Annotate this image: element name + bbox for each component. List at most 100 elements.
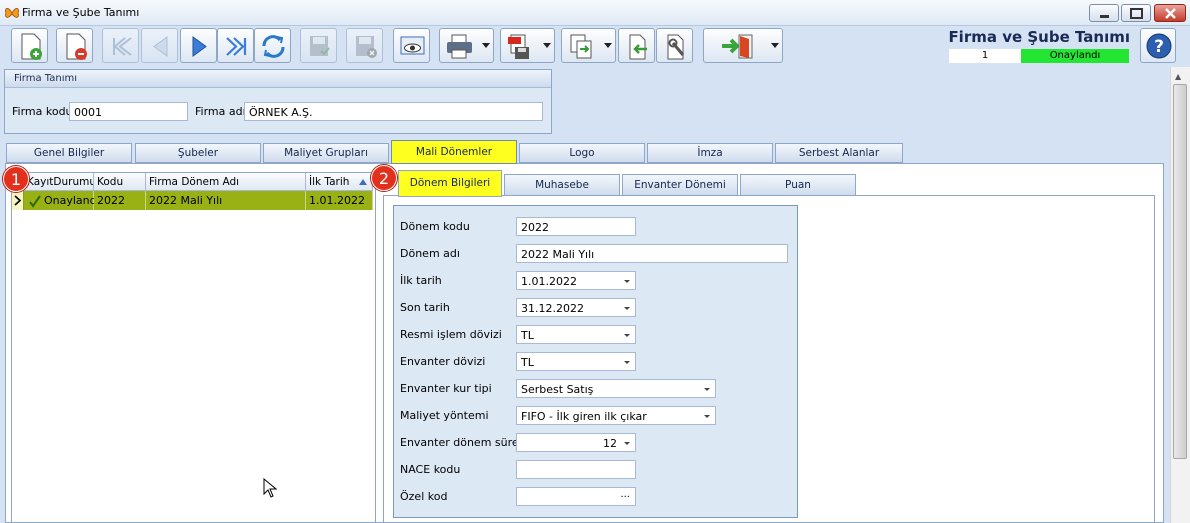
- donem-suresi-label: Envanter dönem süresi: [400, 436, 528, 449]
- chevron-down-icon[interactable]: [704, 388, 710, 391]
- first-record-button[interactable]: [102, 28, 139, 63]
- record-number: 1: [949, 49, 1021, 63]
- save-button[interactable]: [300, 28, 337, 63]
- import-icon: [629, 34, 647, 60]
- ozel-kod-input[interactable]: ...: [516, 487, 636, 506]
- export-button[interactable]: [561, 28, 616, 63]
- table-row[interactable]: Onaylandı: [24, 191, 94, 210]
- subtab-puan[interactable]: Puan: [740, 174, 856, 196]
- settings-icon: [667, 34, 685, 60]
- chevron-down-icon[interactable]: [704, 415, 710, 418]
- firma-name-input[interactable]: ÖRNEK A.Ş.: [244, 102, 543, 121]
- kur-tipi-select[interactable]: Serbest Satış: [516, 379, 716, 398]
- ilk-tarih-datepicker[interactable]: 1.01.2022: [516, 271, 636, 290]
- subtab-muhasebe[interactable]: Muhasebe: [504, 174, 620, 196]
- column-header-kayit-durumu[interactable]: KayıtDurumu: [24, 173, 94, 191]
- tab-serbest-alanlar[interactable]: Serbest Alanlar: [775, 143, 903, 163]
- chevron-down-icon[interactable]: [624, 334, 630, 337]
- import-button[interactable]: [618, 28, 655, 63]
- donem-adi-input[interactable]: 2022 Mali Yılı: [516, 244, 788, 263]
- butterfly-icon: [5, 8, 19, 18]
- nace-kodu-input[interactable]: [516, 460, 636, 479]
- tab-genel-bilgiler[interactable]: Genel Bilgiler: [6, 143, 132, 163]
- print-button[interactable]: [439, 28, 494, 63]
- resmi-doviz-select[interactable]: TL: [516, 325, 636, 344]
- exit-button[interactable]: [703, 28, 783, 63]
- preview-button[interactable]: [393, 28, 430, 63]
- next-icon: [192, 36, 207, 57]
- firma-name-label: Firma adı: [195, 105, 246, 118]
- tab-imza[interactable]: İmza: [647, 143, 773, 163]
- envanter-doviz-value: TL: [521, 356, 534, 369]
- svg-text:?: ?: [1154, 37, 1164, 57]
- chevron-down-icon[interactable]: [624, 361, 630, 364]
- column-header-ilk-tarih-label: İlk Tarih: [309, 176, 350, 188]
- delete-icon: [66, 33, 87, 60]
- subtab-envanter-donemi[interactable]: Envanter Dönemi: [622, 174, 738, 196]
- column-header-kodu[interactable]: Kodu: [94, 173, 146, 191]
- column-header-donem-adi[interactable]: Firma Dönem Adı: [146, 173, 306, 191]
- refresh-button[interactable]: [254, 28, 291, 63]
- current-row-icon: [14, 195, 22, 206]
- cell-ilk-tarih[interactable]: 1.01.2022: [306, 191, 373, 210]
- cell-donem-adi[interactable]: 2022 Mali Yılı: [146, 191, 306, 210]
- firma-code-input[interactable]: 0001: [69, 102, 188, 121]
- new-button[interactable]: [11, 28, 48, 63]
- window-title: Firma ve Şube Tanımı: [22, 6, 140, 19]
- tab-logo[interactable]: Logo: [519, 143, 645, 163]
- envanter-doviz-select[interactable]: TL: [516, 352, 636, 371]
- close-icon: [1165, 8, 1176, 19]
- cell-kayit-durumu: Onaylandı: [44, 194, 94, 207]
- cell-kodu[interactable]: 2022: [94, 191, 146, 210]
- exit-icon: [722, 34, 753, 59]
- subtab-donem-bilgileri[interactable]: Dönem Bilgileri: [398, 170, 502, 197]
- help-button[interactable]: ?: [1140, 28, 1176, 63]
- last-record-button[interactable]: [217, 28, 254, 63]
- annotation-badge-2: 2: [371, 165, 397, 191]
- save-icon: [310, 36, 330, 56]
- scroll-up-icon[interactable]: ▲: [1175, 72, 1181, 81]
- new-icon: [21, 33, 42, 60]
- export-icon: [570, 34, 592, 59]
- prev-icon: [153, 36, 168, 57]
- cancel-save-button[interactable]: [346, 28, 383, 63]
- pdf-dropdown-icon: [543, 43, 551, 48]
- print-icon: [447, 34, 472, 59]
- row-indicator: [12, 191, 24, 210]
- son-tarih-value: 31.12.2022: [521, 302, 584, 315]
- cancel-save-icon: [356, 36, 377, 58]
- donem-kodu-input[interactable]: 2022: [516, 217, 636, 236]
- close-button[interactable]: [1154, 4, 1186, 22]
- tab-maliyet-gruplari[interactable]: Maliyet Grupları: [263, 143, 389, 163]
- delete-button[interactable]: [56, 28, 93, 63]
- check-icon: [29, 195, 41, 208]
- column-header-ilk-tarih[interactable]: İlk Tarih: [306, 173, 373, 191]
- maliyet-yontemi-select[interactable]: FIFO - İlk giren ilk çıkar: [516, 406, 716, 425]
- maximize-icon: [1130, 8, 1143, 19]
- chevron-down-icon[interactable]: [624, 442, 630, 445]
- pdf-icon: [508, 34, 529, 59]
- firma-code-label: Firma kodu: [12, 105, 73, 118]
- annotation-badge-1: 1: [3, 166, 29, 192]
- tab-mali-donemler[interactable]: Mali Dönemler: [391, 140, 517, 164]
- minimize-button[interactable]: [1089, 4, 1119, 22]
- maliyet-yontemi-label: Maliyet yöntemi: [400, 409, 489, 422]
- son-tarih-label: Son tarih: [400, 301, 450, 314]
- ellipsis-button[interactable]: ...: [620, 489, 630, 500]
- tab-subeler[interactable]: Şubeler: [135, 143, 261, 163]
- chevron-down-icon[interactable]: [624, 280, 630, 283]
- minimize-icon: [1100, 15, 1109, 18]
- donem-adi-label: Dönem adı: [400, 247, 460, 260]
- prev-record-button[interactable]: [141, 28, 178, 63]
- son-tarih-datepicker[interactable]: 31.12.2022: [516, 298, 636, 317]
- donem-suresi-select[interactable]: 12: [516, 433, 636, 452]
- settings-button[interactable]: [656, 28, 693, 63]
- maximize-button[interactable]: [1121, 4, 1151, 22]
- scrollbar-thumb[interactable]: [1173, 84, 1187, 459]
- exit-dropdown-icon: [771, 43, 779, 48]
- next-record-button[interactable]: [180, 28, 217, 63]
- maliyet-yontemi-value: FIFO - İlk giren ilk çıkar: [521, 410, 647, 423]
- donem-grid[interactable]: [11, 172, 376, 523]
- pdf-button[interactable]: [500, 28, 555, 63]
- chevron-down-icon[interactable]: [624, 307, 630, 310]
